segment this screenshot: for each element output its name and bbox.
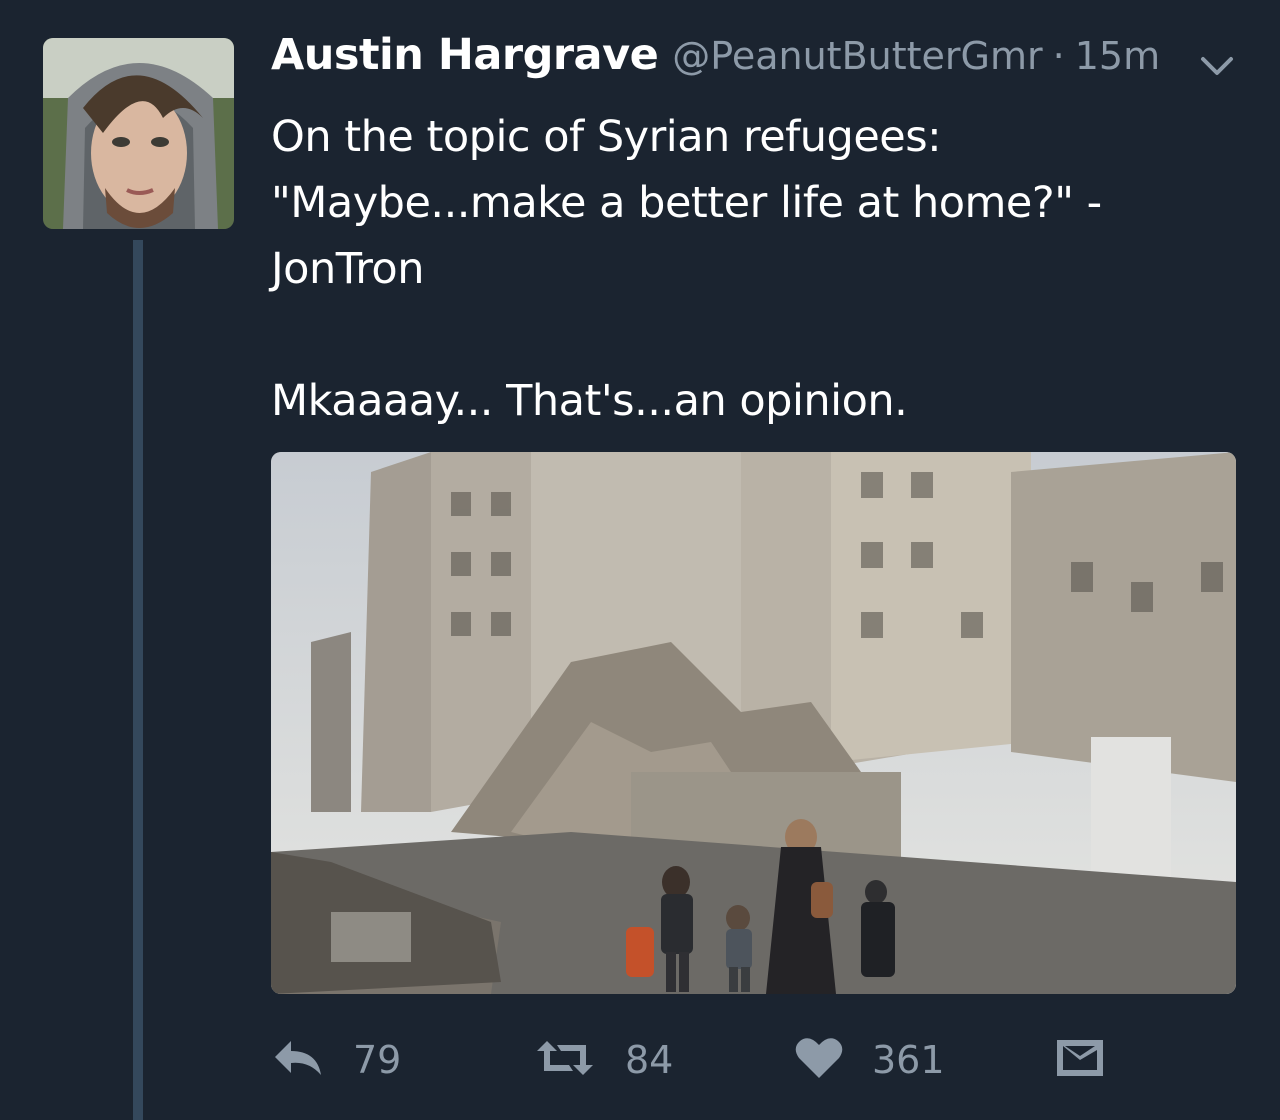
tweet-text: On the topic of Syrian refugees: "Maybe.… [271, 104, 1171, 434]
timestamp[interactable]: 15m [1075, 34, 1160, 78]
heart-icon [794, 1036, 844, 1084]
tweet-header: Austin Hargrave @PeanutButterGmr · 15m [271, 30, 1160, 90]
tweet-text-line: JonTron [271, 244, 424, 294]
avatar[interactable] [43, 38, 234, 229]
reply-icon [271, 1037, 325, 1083]
avatar-photo [43, 38, 234, 229]
direct-message-button[interactable] [1055, 1030, 1105, 1090]
thread-line [133, 240, 143, 1120]
retweet-button[interactable]: 84 [533, 1030, 673, 1090]
tweet-actions: 79 84 361 [271, 1030, 1236, 1090]
retweet-icon [533, 1037, 597, 1083]
chevron-down-icon[interactable] [1200, 55, 1234, 77]
tweet-text-line: On the topic of Syrian refugees: [271, 112, 942, 162]
envelope-icon [1055, 1038, 1105, 1082]
tweet-text-line: Mkaaaay... That's...an opinion. [271, 376, 908, 426]
like-button[interactable]: 361 [794, 1030, 945, 1090]
tweet: Austin Hargrave @PeanutButterGmr · 15m O… [0, 0, 1280, 1120]
like-count: 361 [872, 1038, 945, 1082]
retweet-count: 84 [625, 1038, 674, 1082]
reply-count: 79 [353, 1038, 402, 1082]
tweet-text-line: "Maybe...make a better life at home?" - [271, 178, 1102, 228]
reply-button[interactable]: 79 [271, 1030, 401, 1090]
separator: · [1052, 34, 1065, 78]
author-name[interactable]: Austin Hargrave [271, 30, 659, 80]
tweet-media-photo[interactable] [271, 452, 1236, 994]
street-ruins-photo [271, 452, 1236, 994]
author-handle[interactable]: @PeanutButterGmr [672, 34, 1042, 78]
